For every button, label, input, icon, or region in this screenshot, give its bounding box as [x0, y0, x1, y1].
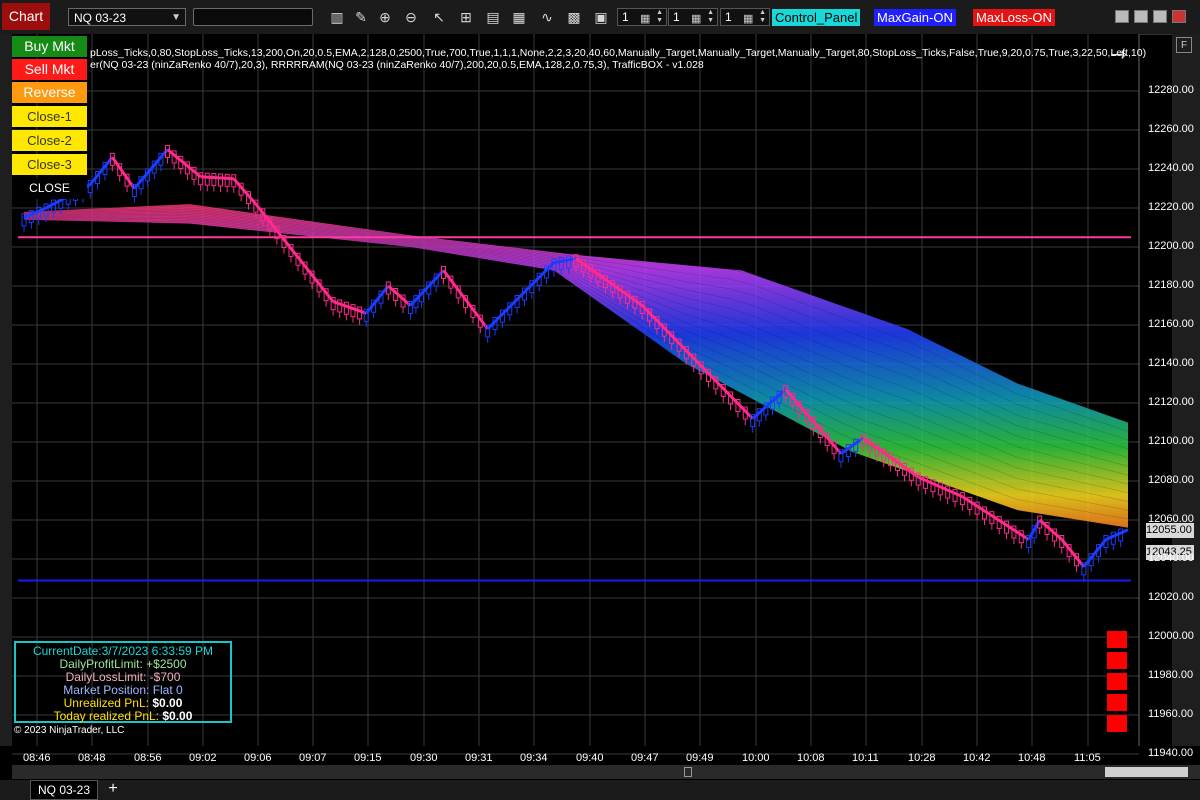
price-trend-segment [420, 269, 445, 295]
renko-brick [218, 173, 224, 187]
account-info-box: CurrentDate:3/7/2023 6:33:59 PM DailyPro… [14, 641, 232, 723]
price-trend-segment [1038, 518, 1063, 541]
price-trend-segment [1105, 528, 1129, 541]
daily-loss-value: -$700 [149, 670, 181, 684]
alert-block [1107, 715, 1127, 732]
price-trend-segment [1060, 538, 1086, 568]
indicator-params-line-2: er(NQ 03-23 (ninZaRenko 40/7),20,3), RRR… [90, 59, 704, 71]
alert-block [1107, 652, 1127, 669]
price-tick-label: 12180.00 [1148, 279, 1194, 291]
position-label: Market Position: [63, 683, 150, 697]
horizontal-scrollbar[interactable] [12, 765, 1200, 779]
time-tick-label: 11:05 [1074, 752, 1101, 764]
price-tick-label: 12020.00 [1148, 591, 1194, 603]
time-tick-label: 09:49 [686, 752, 714, 764]
time-tick-label: 08:56 [134, 752, 162, 764]
realized-value: $0.00 [162, 709, 193, 723]
renko-brick [211, 173, 217, 187]
price-tick-label: 12000.00 [1148, 630, 1194, 642]
time-tick-label: 09:07 [299, 752, 327, 764]
scrollbar-thumb[interactable] [1105, 767, 1188, 777]
time-tick-label: 10:48 [1018, 752, 1046, 764]
time-tick-label: 10:28 [908, 752, 936, 764]
time-tick-label: 09:40 [576, 752, 604, 764]
close-3-button[interactable]: Close-3 [12, 154, 87, 175]
buy-market-button[interactable]: Buy Mkt [12, 36, 87, 57]
price-tick-label: 12260.00 [1148, 123, 1194, 135]
copyright-text: © 2023 NinjaTrader, LLC [14, 725, 125, 736]
time-tick-label: 10:00 [742, 752, 770, 764]
price-tick-label: 12040.00 [1148, 552, 1194, 564]
price-trend-segment [442, 269, 489, 330]
arrow-right-icon[interactable]: ⇾ [1110, 42, 1127, 67]
tab-bar [0, 780, 1200, 800]
time-tick-label: 10:42 [963, 752, 991, 764]
price-tick-label: 12080.00 [1148, 474, 1194, 486]
price-tick-label: 12220.00 [1148, 201, 1194, 213]
realized-row: Today realized PnL: $0.00 [16, 710, 230, 723]
time-tick-label: 09:31 [465, 752, 493, 764]
price-tick-label: 12100.00 [1148, 435, 1194, 447]
reverse-button[interactable]: Reverse [12, 82, 87, 103]
price-trend-segment [387, 284, 412, 307]
daily-profit-label: DailyProfitLimit: [59, 657, 143, 671]
time-tick-label: 09:47 [631, 752, 659, 764]
unrealized-label: Unrealized PnL: [63, 696, 149, 710]
time-tick-label: 10:08 [797, 752, 825, 764]
position-value: Flat 0 [152, 683, 183, 697]
scroll-marker[interactable] [684, 767, 692, 777]
price-tick-label: 11960.00 [1148, 708, 1194, 720]
renko-brick [224, 173, 230, 187]
time-tick-label: 08:46 [23, 752, 51, 764]
price-trend-segment [232, 177, 257, 206]
add-tab-button[interactable]: + [104, 780, 122, 800]
sell-market-button[interactable]: Sell Mkt [12, 59, 87, 80]
alert-block [1107, 631, 1127, 648]
price-tick-label: 12160.00 [1148, 318, 1194, 330]
price-tick-label: 12060.00 [1148, 513, 1194, 525]
price-trend-segment [365, 285, 390, 315]
close-1-button[interactable]: Close-1 [12, 106, 87, 127]
time-tick-label: 09:06 [244, 752, 272, 764]
close-2-button[interactable]: Close-2 [12, 130, 87, 151]
price-tick-label: 12280.00 [1148, 84, 1194, 96]
time-tick-label: 09:34 [520, 752, 548, 764]
time-tick-label: 09:30 [410, 752, 438, 764]
daily-profit-value: +$2500 [146, 657, 187, 671]
price-trend-segment [486, 261, 555, 330]
renko-brick [204, 172, 210, 186]
price-tick-label: 12240.00 [1148, 162, 1194, 174]
price-tick-label: 11940.00 [1148, 747, 1194, 759]
price-tick-label: 12200.00 [1148, 240, 1194, 252]
indicator-params-line-1: pLoss_Ticks,0,80,StopLoss_Ticks,13,200,O… [90, 47, 1147, 59]
price-tick-label: 12120.00 [1148, 396, 1194, 408]
price-trend-segment [1082, 538, 1108, 568]
price-tick-label: 12140.00 [1148, 357, 1194, 369]
alert-block [1107, 673, 1127, 690]
tab-instrument[interactable]: NQ 03-23 [30, 780, 98, 800]
price-tick-label: 11980.00 [1148, 669, 1194, 681]
last-price-flag: 12055.00 [1146, 522, 1194, 538]
time-tick-label: 10:11 [852, 752, 879, 764]
time-tick-label: 09:15 [354, 752, 382, 764]
price-trend-segment [200, 175, 234, 181]
price-trend-segment [89, 156, 114, 186]
alert-block [1107, 694, 1127, 711]
time-tick-label: 09:02 [189, 752, 217, 764]
daily-loss-label: DailyLossLimit: [65, 670, 147, 684]
realized-label: Today realized PnL: [53, 709, 160, 723]
time-tick-label: 08:48 [78, 752, 106, 764]
unrealized-value: $0.00 [152, 696, 183, 710]
price-trend-segment [111, 156, 136, 190]
close-all-button[interactable]: CLOSE [12, 178, 87, 199]
